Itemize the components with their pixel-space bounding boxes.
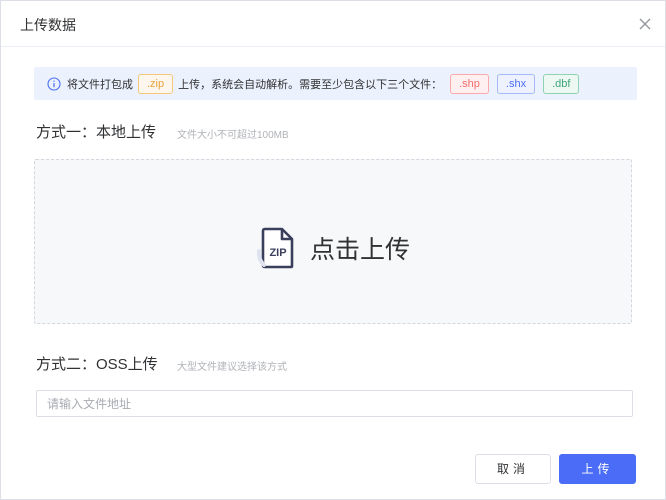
dialog-title: 上传数据 [20, 17, 76, 33]
zip-tag: .zip [138, 73, 174, 94]
alert-text-after: 上传，系统会自动解析。需要至少包含以下三个文件： [178, 78, 443, 91]
dialog-header: 上传数据 [1, 1, 665, 47]
file-url-input[interactable] [36, 390, 633, 417]
local-upload-hint: 文件大小不可超过100MB [177, 130, 289, 141]
shx-tag: .shx [496, 73, 536, 94]
dropzone-label: 点击上传 [310, 236, 411, 264]
zip-icon-text: ZIP [269, 247, 286, 259]
upload-button[interactable]: 上传 [559, 454, 636, 484]
upload-data-dialog: 上传数据 将文件打包成 .zip 上传，系统会自动解析。需要至少包含以下三个文件… [0, 0, 666, 500]
oss-upload-hint: 大型文件建议选择该方式 [177, 362, 287, 373]
cancel-button[interactable]: 取消 [475, 454, 551, 484]
upload-dropzone[interactable]: ZIP 点击上传 [34, 159, 632, 324]
info-icon [47, 76, 61, 91]
zip-file-icon: ZIP [257, 227, 294, 269]
alert-text-before: 将文件打包成 [67, 78, 133, 91]
info-alert: 将文件打包成 .zip 上传，系统会自动解析。需要至少包含以下三个文件： .sh… [34, 67, 637, 100]
oss-upload-title: 方式二：OSS上传 [36, 356, 158, 373]
dbf-tag: .dbf [543, 73, 580, 94]
shp-tag: .shp [450, 73, 489, 94]
close-icon[interactable] [635, 14, 655, 34]
local-upload-title: 方式一：本地上传 [36, 124, 157, 141]
